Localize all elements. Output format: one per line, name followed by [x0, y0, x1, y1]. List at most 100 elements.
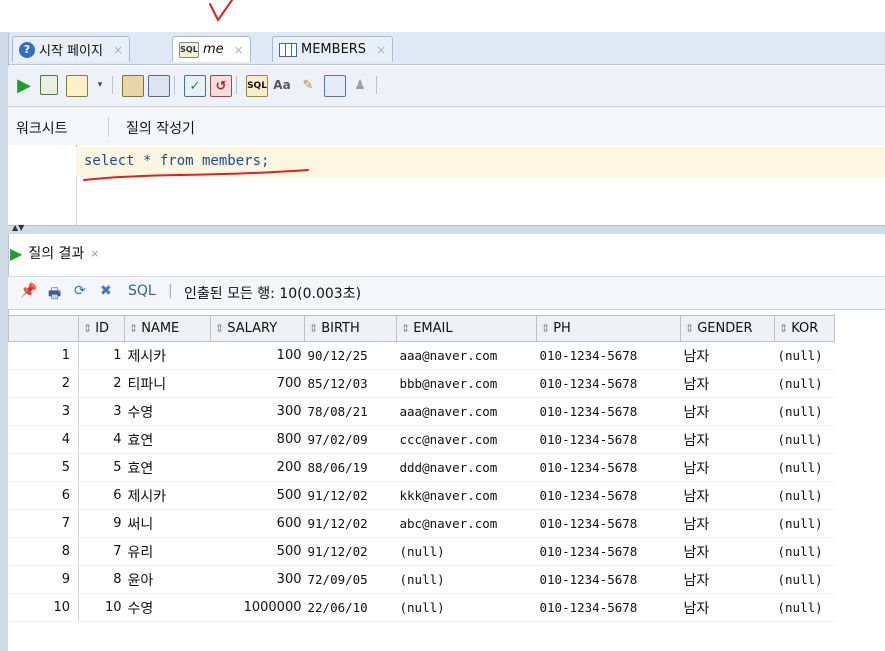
cell-salary[interactable]: 500: [210, 537, 305, 566]
cell-kor[interactable]: (null): [774, 341, 835, 370]
table-row[interactable]: 5 5 효연 200 88/06/19 ddd@naver.com 010-1234-567…: [8, 453, 835, 482]
cell-ph[interactable]: 010-1234-5678: [536, 397, 681, 426]
tab-members[interactable]: MEMBERS ×: [272, 36, 394, 62]
cell-kor[interactable]: (null): [774, 453, 835, 482]
cell-salary[interactable]: 500: [210, 481, 305, 510]
run-statement-icon[interactable]: ▶: [14, 75, 34, 96]
cell-name[interactable]: 효연: [124, 425, 211, 454]
cell-birth[interactable]: 90/12/25: [304, 341, 397, 370]
column-header-salary[interactable]: ⇕ SALARY: [210, 315, 305, 342]
cell-kor[interactable]: (null): [774, 369, 835, 398]
column-header-id[interactable]: ⇕ ID: [78, 315, 125, 342]
cell-email[interactable]: ddd@naver.com: [396, 453, 537, 482]
cell-gender[interactable]: 남자: [680, 341, 775, 370]
cell-name[interactable]: 써니: [124, 509, 211, 538]
cell-id[interactable]: 5: [78, 453, 125, 482]
cell-id[interactable]: 8: [78, 565, 125, 594]
table-row[interactable]: 1 1 제시카 100 90/12/25 aaa@naver.com 010-1234-56…: [8, 341, 835, 370]
cell-kor[interactable]: (null): [774, 397, 835, 426]
cell-ph[interactable]: 010-1234-5678: [536, 369, 681, 398]
cell-birth[interactable]: 72/09/05: [304, 565, 397, 594]
pin-icon[interactable]: 📌: [20, 283, 37, 299]
cell-salary[interactable]: 1000000: [210, 593, 305, 622]
explain-plan-icon[interactable]: [122, 75, 144, 97]
cell-id[interactable]: 7: [78, 537, 125, 566]
cell-kor[interactable]: (null): [774, 593, 835, 622]
cell-ph[interactable]: 010-1234-5678: [536, 565, 681, 594]
refresh-icon[interactable]: ⟳: [74, 283, 86, 299]
cell-id[interactable]: 6: [78, 481, 125, 510]
table-row[interactable]: 7 9 써니 600 91/12/02 abc@naver.com 010-1234-567…: [8, 509, 835, 538]
cell-gender[interactable]: 남자: [680, 369, 775, 398]
cell-ph[interactable]: 010-1234-5678: [536, 425, 681, 454]
cell-id[interactable]: 1: [78, 341, 125, 370]
cell-id[interactable]: 9: [78, 509, 125, 538]
sql-link[interactable]: SQL: [128, 283, 156, 299]
close-icon[interactable]: ×: [113, 43, 123, 57]
cell-kor[interactable]: (null): [774, 509, 835, 538]
cell-birth[interactable]: 22/06/10: [304, 593, 397, 622]
chevron-down-icon[interactable]: ▾: [90, 75, 110, 95]
cell-birth[interactable]: 91/12/02: [304, 537, 397, 566]
cell-salary[interactable]: 300: [210, 565, 305, 594]
cell-salary[interactable]: 100: [210, 341, 305, 370]
unshared-worksheet-icon[interactable]: ♟: [350, 75, 370, 95]
cell-id[interactable]: 10: [78, 593, 125, 622]
cell-email[interactable]: (null): [396, 537, 537, 566]
cell-kor[interactable]: (null): [774, 565, 835, 594]
cell-birth[interactable]: 78/08/21: [304, 397, 397, 426]
cell-email[interactable]: (null): [396, 565, 537, 594]
clear-eraser-icon[interactable]: ✎: [298, 75, 318, 95]
cell-gender[interactable]: 남자: [680, 509, 775, 538]
tab-worksheet[interactable]: 워크시트: [16, 118, 68, 138]
cell-birth[interactable]: 91/12/02: [304, 509, 397, 538]
cell-ph[interactable]: 010-1234-5678: [536, 341, 681, 370]
cell-birth[interactable]: 85/12/03: [304, 369, 397, 398]
cell-email[interactable]: aaa@naver.com: [396, 397, 537, 426]
close-icon[interactable]: ×: [376, 43, 386, 57]
cell-gender[interactable]: 남자: [680, 565, 775, 594]
table-row[interactable]: 9 8 윤아 300 72/09/05 (null) 010-1234-5678 남자 (nul…: [8, 565, 835, 594]
tab-query-result[interactable]: ▶ 질의 결과 ×: [10, 240, 100, 266]
cell-ph[interactable]: 010-1234-5678: [536, 509, 681, 538]
cell-salary[interactable]: 800: [210, 425, 305, 454]
cell-ph[interactable]: 010-1234-5678: [536, 593, 681, 622]
tab-query-builder[interactable]: 질의 작성기: [126, 118, 195, 138]
cell-gender[interactable]: 남자: [680, 453, 775, 482]
autotrace-icon[interactable]: [148, 75, 170, 97]
cell-name[interactable]: 제시카: [124, 341, 211, 370]
cell-name[interactable]: 유리: [124, 537, 211, 566]
column-header-gender[interactable]: ⇕ GENDER: [680, 315, 775, 342]
cell-gender[interactable]: 남자: [680, 397, 775, 426]
cell-email[interactable]: (null): [396, 593, 537, 622]
rollback-icon[interactable]: ↺: [210, 75, 232, 97]
table-row[interactable]: 4 4 효연 800 97/02/09 ccc@naver.com 010-1234-567…: [8, 425, 835, 454]
cell-kor[interactable]: (null): [774, 425, 835, 454]
connection-icon[interactable]: [66, 75, 88, 97]
cell-ph[interactable]: 010-1234-5678: [536, 481, 681, 510]
cell-gender[interactable]: 남자: [680, 593, 775, 622]
cell-email[interactable]: bbb@naver.com: [396, 369, 537, 398]
cell-salary[interactable]: 300: [210, 397, 305, 426]
close-icon[interactable]: ×: [234, 43, 244, 57]
cell-name[interactable]: 제시카: [124, 481, 211, 510]
cell-birth[interactable]: 91/12/02: [304, 481, 397, 510]
cell-gender[interactable]: 남자: [680, 481, 775, 510]
cell-email[interactable]: abc@naver.com: [396, 509, 537, 538]
table-row[interactable]: 6 6 제시카 500 91/12/02 kkk@naver.com 010-1234-56…: [8, 481, 835, 510]
column-header-email[interactable]: ⇕ EMAIL: [396, 315, 537, 342]
cell-email[interactable]: kkk@naver.com: [396, 481, 537, 510]
table-row[interactable]: 10 10 수영 1000000 22/06/10 (null) 010-1234-5678…: [8, 593, 835, 622]
cell-ph[interactable]: 010-1234-5678: [536, 537, 681, 566]
cell-salary[interactable]: 200: [210, 453, 305, 482]
table-row[interactable]: 8 7 유리 500 91/12/02 (null) 010-1234-5678 남자 (nul…: [8, 537, 835, 566]
table-row[interactable]: 3 3 수영 300 78/08/21 aaa@naver.com 010-1234-567…: [8, 397, 835, 426]
print-icon[interactable]: 🖶: [48, 283, 61, 307]
panel-splitter[interactable]: ▲▼: [8, 223, 885, 234]
column-header-ph[interactable]: ⇕ PH: [536, 315, 681, 342]
history-icon[interactable]: [324, 75, 346, 97]
cell-id[interactable]: 2: [78, 369, 125, 398]
cell-kor[interactable]: (null): [774, 481, 835, 510]
tab-me[interactable]: SQL me ×: [172, 36, 251, 62]
cell-ph[interactable]: 010-1234-5678: [536, 453, 681, 482]
